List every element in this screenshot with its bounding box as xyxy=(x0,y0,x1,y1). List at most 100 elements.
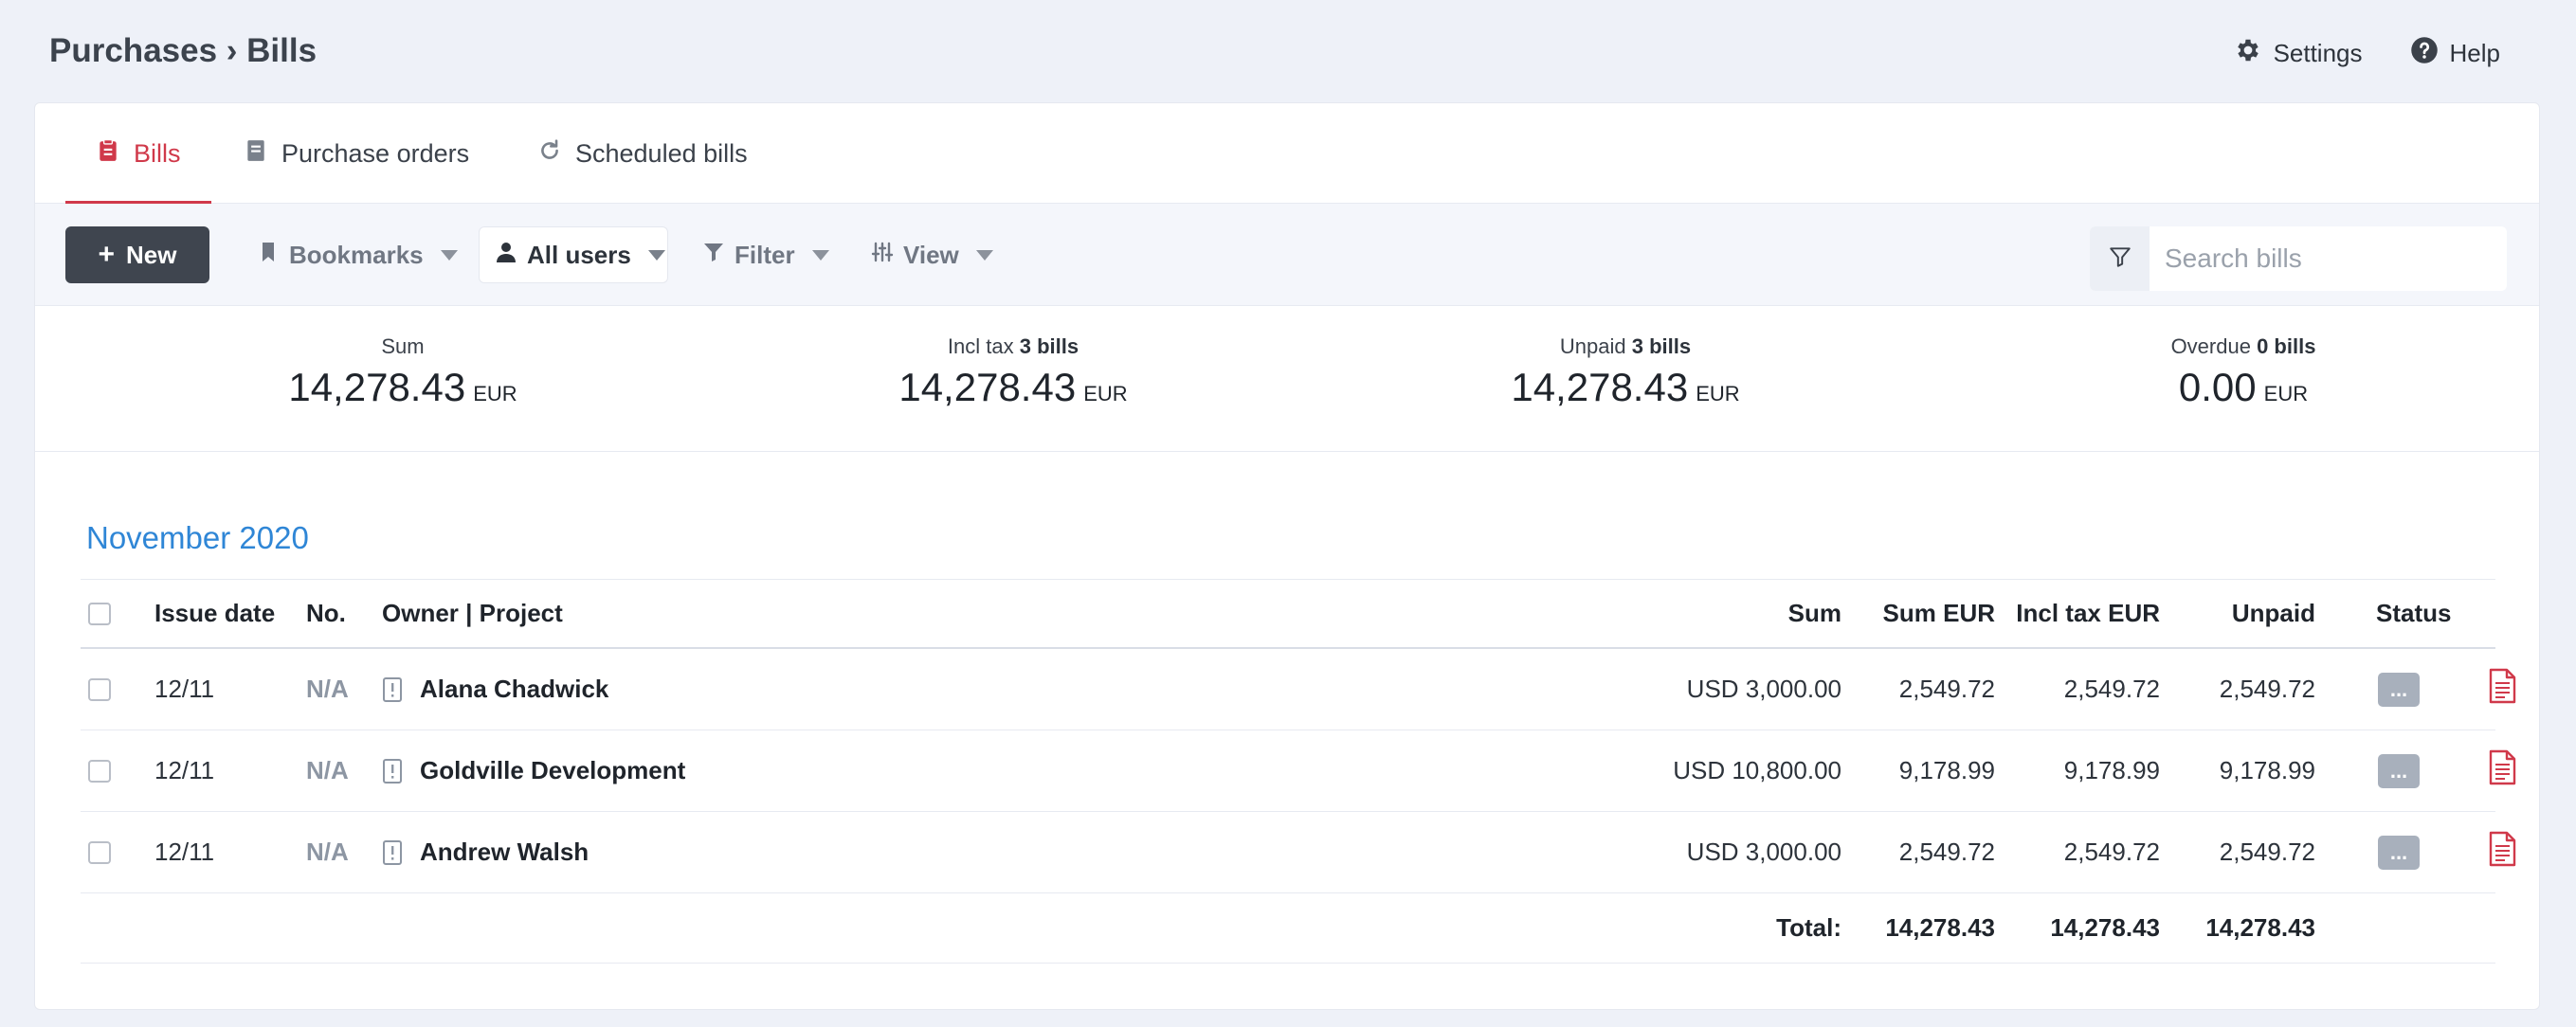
sum-eur: 2,549.72 xyxy=(1898,838,1995,866)
summary-unpaid: Unpaid 3 bills 14,278.43 EUR xyxy=(1474,334,1777,410)
bill-number: N/A xyxy=(306,756,349,784)
owner-name[interactable]: Goldville Development xyxy=(420,756,685,785)
user-icon xyxy=(495,241,517,270)
users-dropdown[interactable]: All users xyxy=(479,226,668,283)
header-unpaid[interactable]: Unpaid xyxy=(2232,580,2315,647)
row-checkbox[interactable] xyxy=(88,759,111,783)
sliders-icon xyxy=(871,241,894,270)
header-incl-tax-eur[interactable]: Incl tax EUR xyxy=(2016,580,2160,647)
incl-tax-eur: 2,549.72 xyxy=(2063,838,2160,866)
filter-dropdown[interactable]: Filter xyxy=(702,226,829,283)
chevron-down-icon xyxy=(440,249,458,261)
filter-icon xyxy=(702,241,725,270)
chevron-down-icon xyxy=(811,249,829,261)
select-all-checkbox[interactable] xyxy=(88,602,111,625)
summary-overdue-count: 0 bills xyxy=(2257,334,2316,358)
draft-document-icon xyxy=(382,839,403,866)
owner-name[interactable]: Andrew Walsh xyxy=(420,838,589,867)
tab-scheduled-bills-label: Scheduled bills xyxy=(575,138,748,168)
header-sum[interactable]: Sum xyxy=(1788,580,1841,647)
breadcrumb: Purchases › Bills xyxy=(49,32,317,69)
sum-eur: 9,178.99 xyxy=(1898,756,1995,784)
summary-incl-tax-currency: EUR xyxy=(1083,382,1128,405)
tab-purchase-orders[interactable]: Purchase orders xyxy=(244,103,469,204)
summary-unpaid-count: 3 bills xyxy=(1631,334,1692,358)
summary-sum: Sum 14,278.43 EUR xyxy=(251,334,554,410)
pdf-icon[interactable] xyxy=(2486,831,2518,874)
tab-bar: Bills Purchase orders Scheduled bills xyxy=(35,103,2539,204)
status-badge[interactable]: ... xyxy=(2378,835,2420,870)
help-icon xyxy=(2410,36,2439,71)
table-header-row: Issue date No. Owner | Project Sum Sum E… xyxy=(81,579,2495,649)
issue-date: 12/11 xyxy=(154,675,215,703)
search-input[interactable] xyxy=(2150,226,2507,291)
search-box xyxy=(2090,226,2507,291)
bookmarks-label: Bookmarks xyxy=(289,240,424,269)
bill-number: N/A xyxy=(306,675,349,703)
row-checkbox[interactable] xyxy=(88,677,111,701)
row-checkbox[interactable] xyxy=(88,840,111,864)
summary-unpaid-label: Unpaid xyxy=(1559,334,1626,358)
summary-overdue-value: 0.00 xyxy=(2178,365,2257,409)
summary-sum-value: 14,278.43 xyxy=(288,365,466,409)
status-badge[interactable]: ... xyxy=(2378,672,2420,707)
plus-icon: + xyxy=(98,239,116,270)
table-row[interactable]: 12/11 N/A Alana Chadwick USD 3,000.00 2,… xyxy=(81,649,2516,730)
tab-scheduled-bills[interactable]: Scheduled bills xyxy=(537,103,748,204)
summary-unpaid-currency: EUR xyxy=(1696,382,1740,405)
incl-tax-eur: 2,549.72 xyxy=(2063,675,2160,703)
page-header: Purchases › Bills Settings Help xyxy=(0,0,2576,102)
settings-button[interactable]: Settings xyxy=(2234,36,2363,71)
header-status[interactable]: Status xyxy=(2376,580,2451,647)
refresh-icon xyxy=(537,138,562,170)
summary-sum-currency: EUR xyxy=(473,382,517,405)
summary-overdue-currency: EUR xyxy=(2263,382,2309,405)
table-row[interactable]: 12/11 N/A Goldville Development USD 10,8… xyxy=(81,730,2516,812)
pdf-icon[interactable] xyxy=(2486,668,2518,711)
new-button-label: New xyxy=(126,240,177,269)
incl-tax-eur: 9,178.99 xyxy=(2063,756,2160,784)
view-dropdown[interactable]: View xyxy=(871,226,993,283)
month-heading: November 2020 xyxy=(86,520,309,555)
total-incl-tax-eur: 14,278.43 xyxy=(2050,913,2160,942)
new-button[interactable]: + New xyxy=(65,226,209,283)
users-label: All users xyxy=(527,240,631,269)
header-no[interactable]: No. xyxy=(306,580,346,647)
total-label: Total: xyxy=(1776,913,1841,942)
summary-incl-tax: Incl tax 3 bills 14,278.43 EUR xyxy=(862,334,1165,410)
tab-bills[interactable]: Bills xyxy=(65,103,210,204)
header-sum-eur[interactable]: Sum EUR xyxy=(1883,580,1995,647)
status-badge[interactable]: ... xyxy=(2378,753,2420,788)
view-label: View xyxy=(903,240,959,269)
issue-date: 12/11 xyxy=(154,756,215,784)
total-sum-eur: 14,278.43 xyxy=(1885,913,1995,942)
bookmarks-dropdown[interactable]: Bookmarks xyxy=(257,226,458,283)
bills-card: Bills Purchase orders Scheduled bills + … xyxy=(34,102,2540,1010)
summary-unpaid-value: 14,278.43 xyxy=(1511,365,1689,409)
header-actions: Settings Help xyxy=(2234,36,2500,71)
summary-overdue: Overdue 0 bills 0.00 EUR xyxy=(2092,334,2395,410)
filter-label: Filter xyxy=(735,240,795,269)
unpaid: 2,549.72 xyxy=(2219,675,2315,703)
table-row[interactable]: 12/11 N/A Andrew Walsh USD 3,000.00 2,54… xyxy=(81,812,2516,893)
help-button[interactable]: Help xyxy=(2410,36,2500,71)
document-icon xyxy=(244,138,268,170)
bills-table: Issue date No. Owner | Project Sum Sum E… xyxy=(81,579,2516,964)
owner-name[interactable]: Alana Chadwick xyxy=(420,675,608,704)
total-unpaid: 14,278.43 xyxy=(2205,913,2315,942)
sum: USD 3,000.00 xyxy=(1686,675,1841,703)
search-filter-button[interactable] xyxy=(2090,226,2150,291)
toolbar: + New Bookmarks All users Filter View Se… xyxy=(35,204,2539,306)
bill-number: N/A xyxy=(306,838,349,866)
header-issue-date[interactable]: Issue date xyxy=(154,580,275,647)
settings-label: Settings xyxy=(2273,39,2363,67)
funnel-outline-icon xyxy=(2108,244,2132,274)
table-total-row: Total: 14,278.43 14,278.43 14,278.43 xyxy=(81,893,2495,964)
help-label: Help xyxy=(2449,39,2500,67)
sum-eur: 2,549.72 xyxy=(1898,675,1995,703)
pdf-icon[interactable] xyxy=(2486,749,2518,792)
header-owner-project[interactable]: Owner | Project xyxy=(382,580,563,647)
chevron-down-icon xyxy=(647,249,665,261)
unpaid: 2,549.72 xyxy=(2219,838,2315,866)
bills-icon xyxy=(96,138,120,170)
